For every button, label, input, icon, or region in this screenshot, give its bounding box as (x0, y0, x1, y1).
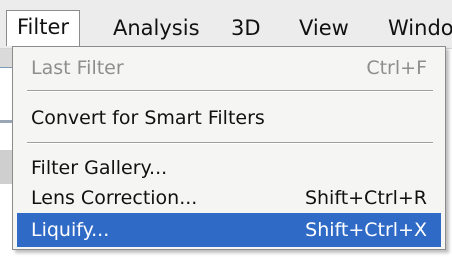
menu-filter[interactable]: Filter (6, 10, 81, 46)
menu-item-label: Last Filter (31, 57, 124, 79)
menu-item-filter-gallery[interactable]: Filter Gallery... (17, 151, 441, 185)
menu-bar: Filter Analysis 3D View Windo (0, 0, 452, 49)
menu-item-label: Filter Gallery... (31, 157, 168, 179)
menu-separator (27, 90, 433, 92)
menu-item-label: Liquify... (31, 219, 110, 241)
menu-item-shortcut: Shift+Ctrl+R (304, 187, 427, 209)
menu-item-shortcut: Shift+Ctrl+X (305, 219, 427, 241)
menu-item-last-filter[interactable]: Last Filter Ctrl+F (17, 51, 441, 85)
menu-separator (27, 142, 433, 144)
menu-item-convert-for-smart-filters[interactable]: Convert for Smart Filters (17, 101, 441, 135)
menu-item-label: Lens Correction... (31, 187, 198, 209)
menu-item-shortcut: Ctrl+F (366, 57, 427, 79)
photoshop-window: Filter Analysis 3D View Windo Last Filte… (0, 0, 452, 257)
filter-dropdown-menu: Last Filter Ctrl+F Convert for Smart Fil… (12, 46, 446, 250)
menu-view[interactable]: View (299, 10, 349, 46)
menu-window[interactable]: Windo (388, 10, 452, 46)
menu-item-liquify[interactable]: Liquify... Shift+Ctrl+X (17, 213, 441, 247)
menu-3d[interactable]: 3D (231, 10, 261, 46)
menu-analysis[interactable]: Analysis (113, 10, 200, 46)
menu-item-label: Convert for Smart Filters (31, 107, 265, 129)
menu-item-lens-correction[interactable]: Lens Correction... Shift+Ctrl+R (17, 181, 441, 215)
